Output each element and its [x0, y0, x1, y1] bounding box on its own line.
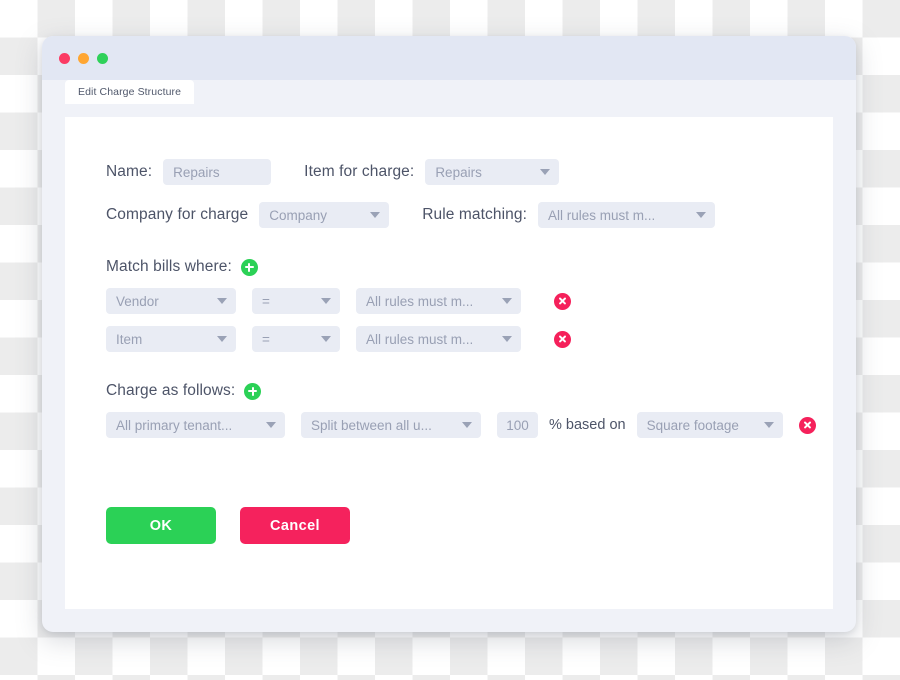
rule-matching-value: All rules must m... [548, 207, 656, 223]
chevron-down-icon [696, 212, 707, 218]
chevron-down-icon [462, 422, 472, 428]
rule-matching-select[interactable]: All rules must m... [538, 202, 716, 228]
charge-rule-row: All primary tenant... Split between all … [106, 412, 833, 438]
match-rule-field-select[interactable]: Vendor [106, 288, 236, 314]
add-charge-rule-button[interactable] [244, 382, 262, 400]
charge-basis-value: Square footage [646, 417, 739, 433]
percent-based-on-label: % based on [549, 417, 626, 433]
tab-strip: Edit Charge Structure [42, 80, 856, 105]
charge-percent-value: 100 [506, 417, 529, 433]
match-rule-field-value: Item [116, 331, 143, 347]
name-input[interactable]: Repairs [163, 159, 272, 185]
charge-as-follows-heading-row: Charge as follows: [106, 382, 833, 400]
charge-method-select[interactable]: Split between all u... [301, 412, 481, 438]
item-for-charge-value: Repairs [435, 164, 482, 180]
match-rule-operator-select[interactable]: = [252, 326, 340, 352]
screenshot-stage: Edit Charge Structure Name: Repairs Item… [0, 0, 900, 680]
chevron-down-icon [502, 298, 512, 304]
rule-matching-label: Rule matching: [422, 206, 528, 223]
dialog-actions: OK Cancel [106, 507, 833, 544]
minimize-window-icon[interactable] [78, 53, 89, 64]
ok-button[interactable]: OK [106, 507, 216, 544]
match-rule-row: Item = All rules must m... [106, 326, 833, 352]
company-for-charge-select[interactable]: Company [259, 202, 390, 228]
match-rule-value-text: All rules must m... [366, 331, 474, 347]
match-rule-operator-value: = [262, 293, 270, 309]
charge-as-follows-heading: Charge as follows: [106, 382, 236, 399]
name-input-value: Repairs [173, 164, 220, 180]
chevron-down-icon [217, 336, 227, 342]
maximize-window-icon[interactable] [97, 53, 108, 64]
dialog-content-panel: Name: Repairs Item for charge: Repairs C… [65, 117, 833, 609]
chevron-down-icon [540, 169, 551, 175]
app-window: Edit Charge Structure Name: Repairs Item… [42, 36, 856, 632]
delete-charge-rule-button[interactable] [798, 416, 816, 434]
company-for-charge-value: Company [269, 207, 328, 223]
close-window-icon[interactable] [59, 53, 70, 64]
form-row-name: Name: Repairs Item for charge: Repairs [106, 159, 833, 185]
match-rule-field-select[interactable]: Item [106, 326, 236, 352]
cancel-button[interactable]: Cancel [240, 507, 350, 544]
chevron-down-icon [763, 422, 774, 428]
add-match-rule-button[interactable] [240, 258, 258, 276]
chevron-down-icon [266, 422, 276, 428]
chevron-down-icon [321, 298, 331, 304]
charge-basis-select[interactable]: Square footage [636, 412, 783, 438]
chevron-down-icon [217, 298, 227, 304]
match-rule-row: Vendor = All rules must m... [106, 288, 833, 314]
item-for-charge-select[interactable]: Repairs [425, 159, 560, 185]
charge-who-value: All primary tenant... [116, 417, 233, 433]
match-bills-heading: Match bills where: [106, 258, 232, 275]
traffic-light-controls [59, 53, 108, 64]
delete-match-rule-button[interactable] [554, 330, 571, 348]
charge-percent-input[interactable]: 100 [497, 412, 538, 438]
match-rule-operator-select[interactable]: = [252, 288, 340, 314]
match-rule-value-text: All rules must m... [366, 293, 474, 309]
item-for-charge-label: Item for charge: [304, 163, 415, 180]
tab-edit-charge-structure[interactable]: Edit Charge Structure [65, 80, 195, 104]
delete-match-rule-button[interactable] [554, 292, 571, 310]
match-rule-operator-value: = [262, 331, 270, 347]
match-rule-field-value: Vendor [116, 293, 159, 309]
company-for-charge-label: Company for charge [106, 206, 249, 223]
match-bills-heading-row: Match bills where: [106, 258, 833, 276]
form-row-company: Company for charge Company Rule matching… [106, 202, 833, 228]
chevron-down-icon [321, 336, 331, 342]
window-titlebar [42, 36, 856, 80]
charge-method-value: Split between all u... [311, 417, 432, 433]
chevron-down-icon [370, 212, 381, 218]
match-rule-value-select[interactable]: All rules must m... [356, 326, 521, 352]
chevron-down-icon [502, 336, 512, 342]
charge-who-select[interactable]: All primary tenant... [106, 412, 285, 438]
name-label: Name: [106, 163, 153, 180]
match-rule-value-select[interactable]: All rules must m... [356, 288, 521, 314]
